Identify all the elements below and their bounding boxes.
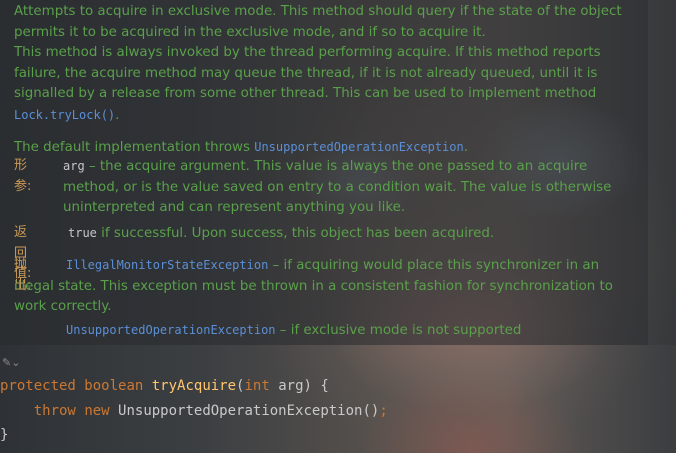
doc-scroll-area[interactable] <box>648 0 676 345</box>
return-value: true <box>68 226 97 240</box>
javadoc-description: Attempts to acquire in exclusive mode. T… <box>14 2 626 159</box>
lock-trylock-link[interactable]: Lock.tryLock() <box>14 108 115 122</box>
keyword: new <box>84 402 110 419</box>
keyword: boolean <box>84 378 144 394</box>
returns-body: true if successful. Upon success, this o… <box>68 223 628 245</box>
keyword: protected <box>0 378 76 394</box>
unsupported-operation-exception-link[interactable]: UnsupportedOperationException <box>66 323 276 337</box>
params-label: 形参: <box>14 158 32 194</box>
code-line-1: protected boolean tryAcquire(int arg) { <box>0 378 329 394</box>
code-line-3: } <box>0 427 9 443</box>
param-description: – the acquire argument. This value is al… <box>63 159 612 215</box>
keyword: throw <box>33 402 76 419</box>
doc-paragraph-2: This method is always invoked by the thr… <box>14 45 601 123</box>
edit-toggle-icon[interactable]: ✎⌄ <box>2 356 20 369</box>
throws-item: UnsupportedOperationException – if exclu… <box>66 320 626 342</box>
code-line-2: throw new UnsupportedOperationException(… <box>33 402 388 419</box>
throws-item: IllegalMonitorStateException – if acquir… <box>14 255 624 318</box>
return-description: if successful. Upon success, this object… <box>96 226 495 241</box>
throws-item-description: – if exclusive mode is not supported <box>275 323 522 338</box>
doc-paragraph-1: Attempts to acquire in exclusive mode. T… <box>14 4 622 40</box>
params-body: arg – the acquire argument. This value i… <box>63 156 623 219</box>
code-editor[interactable]: protected boolean tryAcquire(int arg) { … <box>0 374 388 448</box>
param-name: arg <box>63 159 85 173</box>
unsupported-operation-exception-link[interactable]: UnsupportedOperationException <box>254 140 464 154</box>
keyword: int <box>244 378 270 394</box>
method-name: tryAcquire <box>151 378 237 394</box>
illegal-monitor-state-exception-link[interactable]: IllegalMonitorStateException <box>66 258 268 272</box>
